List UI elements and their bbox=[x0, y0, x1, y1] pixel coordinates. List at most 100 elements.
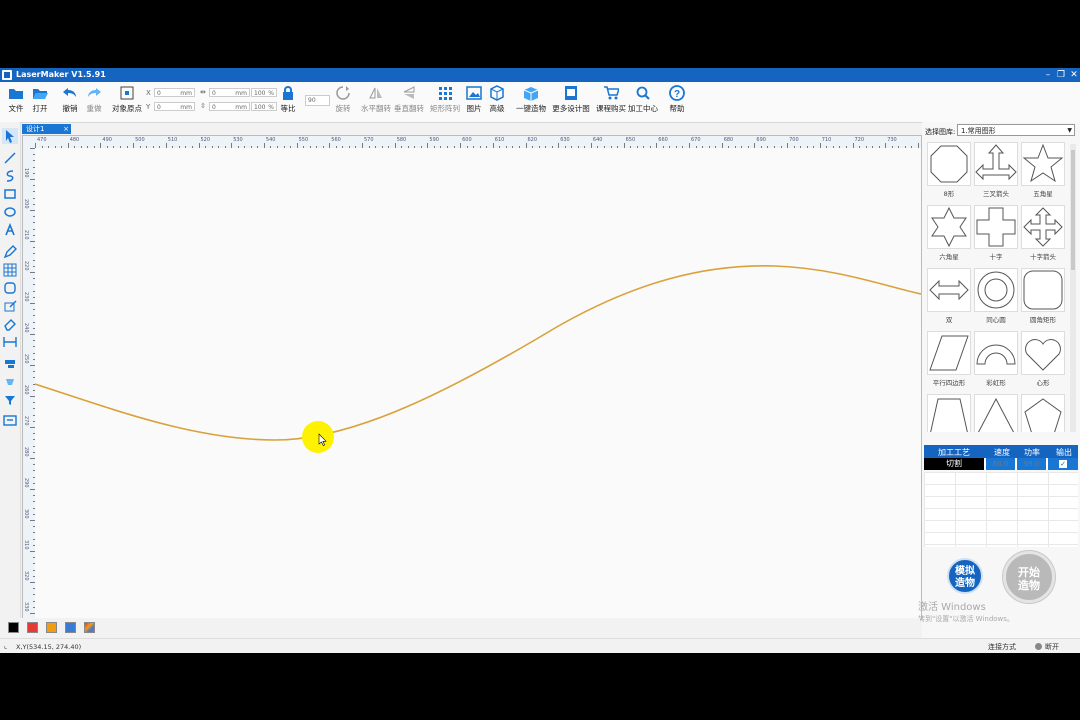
tab-close-icon[interactable]: × bbox=[63, 124, 69, 134]
origin-button[interactable]: 对象原点 bbox=[112, 85, 142, 119]
rounded-square-icon bbox=[4, 282, 16, 294]
edit-nodes-tool[interactable] bbox=[2, 298, 18, 314]
measure-tool[interactable] bbox=[2, 334, 18, 350]
process-power[interactable]: 99.0 bbox=[1017, 458, 1046, 470]
shape-item[interactable]: 五角星 bbox=[1020, 142, 1066, 204]
lock-label: 等比 bbox=[280, 104, 296, 113]
process-type[interactable]: 切割 bbox=[924, 458, 984, 470]
processing-center-button[interactable]: 加工中心 bbox=[628, 85, 658, 119]
shape-item[interactable]: 三叉箭头 bbox=[973, 142, 1019, 204]
height-percent-input[interactable]: 100% bbox=[251, 102, 277, 111]
rotate-icon bbox=[336, 86, 350, 100]
shape-item[interactable]: 彩虹形 bbox=[973, 331, 1019, 393]
ruler-top-label: 490 bbox=[102, 137, 112, 143]
align-tool[interactable] bbox=[2, 356, 18, 372]
file-button[interactable]: 文件 bbox=[6, 85, 26, 119]
ruler-left-label: 260 bbox=[23, 385, 29, 395]
eraser-tool[interactable] bbox=[2, 316, 18, 332]
grid-tool[interactable] bbox=[2, 262, 18, 278]
simulate-button[interactable]: 模拟造物 bbox=[947, 558, 983, 594]
wave-curve[interactable] bbox=[35, 265, 921, 441]
shape-item[interactable] bbox=[926, 394, 972, 432]
library-scroll-thumb[interactable] bbox=[1071, 150, 1075, 270]
library-scrollbar[interactable] bbox=[1070, 144, 1076, 432]
cursor-arrow-icon bbox=[6, 130, 14, 143]
shape-item[interactable] bbox=[973, 394, 1019, 432]
color-swatch[interactable] bbox=[8, 622, 19, 633]
width-percent-input[interactable]: 100% bbox=[251, 88, 277, 97]
start-button[interactable]: 开始造物 bbox=[1003, 551, 1055, 603]
shape-item[interactable]: 8形 bbox=[926, 142, 972, 204]
shape-item[interactable]: 十字 bbox=[973, 205, 1019, 267]
search-gear-icon bbox=[636, 86, 650, 100]
grid-array-icon bbox=[439, 87, 452, 100]
select-tool[interactable] bbox=[2, 128, 18, 144]
open-button[interactable]: 打开 bbox=[30, 85, 50, 119]
cube-icon bbox=[490, 85, 504, 101]
color-swatch[interactable] bbox=[27, 622, 38, 633]
ruler-left-label: 220 bbox=[23, 261, 29, 271]
undo-button[interactable]: 撤销 bbox=[60, 85, 80, 119]
curve-tool[interactable] bbox=[2, 168, 18, 184]
design-canvas[interactable]: 470 480 490 500 510 520 530 540 550 560 570 580 590 6… bbox=[22, 135, 922, 620]
lock-ratio-button[interactable]: 等比 bbox=[279, 85, 297, 119]
ruler-top-label: 570 bbox=[364, 137, 374, 143]
y-input[interactable]: 0 mm bbox=[154, 102, 195, 111]
height-input[interactable]: 0 mm bbox=[209, 102, 250, 111]
shape-item[interactable]: 心形 bbox=[1020, 331, 1066, 393]
shape-item[interactable]: 同心圆 bbox=[973, 268, 1019, 330]
redo-button[interactable]: 重做 bbox=[84, 85, 104, 119]
text-tool[interactable] bbox=[2, 222, 18, 238]
rectangle-tool[interactable] bbox=[2, 186, 18, 202]
color-swatch[interactable] bbox=[84, 622, 95, 633]
funnel-icon bbox=[5, 396, 15, 405]
x-input[interactable]: 0 mm bbox=[154, 88, 195, 97]
table-row[interactable]: 切割 60.0 99.0 ✓ bbox=[924, 458, 1078, 470]
drawing-svg bbox=[35, 265, 921, 453]
ruler-top-label: 690 bbox=[756, 137, 766, 143]
shape-item[interactable]: 六角星 bbox=[926, 205, 972, 267]
ruler-top-label: 540 bbox=[265, 137, 276, 143]
output-checkbox[interactable]: ✓ bbox=[1059, 460, 1067, 468]
vflip-button[interactable]: 垂直翻转 bbox=[394, 85, 424, 119]
minimize-icon[interactable]: – bbox=[1042, 69, 1054, 81]
array-button[interactable]: 矩形阵列 bbox=[430, 85, 460, 119]
one-key-make-button[interactable]: 一键造物 bbox=[515, 85, 547, 119]
open-label: 打开 bbox=[32, 104, 48, 113]
color-swatch[interactable] bbox=[65, 622, 76, 633]
hflip-button[interactable]: 水平翻转 bbox=[361, 85, 391, 119]
color-swatch[interactable] bbox=[46, 622, 57, 633]
more-designs-button[interactable]: 更多设计图 bbox=[552, 85, 590, 119]
image-button[interactable]: 图片 bbox=[465, 85, 483, 119]
angle-select[interactable]: 90 bbox=[305, 95, 330, 106]
width-input[interactable]: 0 mm bbox=[209, 88, 250, 97]
text-a-icon bbox=[5, 222, 15, 236]
ellipse-tool[interactable] bbox=[2, 204, 18, 220]
pen-tool[interactable] bbox=[2, 244, 18, 260]
shape-name: 心形 bbox=[1036, 379, 1050, 387]
course-purchase-button[interactable]: 课程购买 bbox=[596, 85, 626, 119]
shape-item[interactable]: 双 bbox=[926, 268, 972, 330]
shape-item[interactable]: 十字箭头 bbox=[1020, 205, 1066, 267]
shape-item[interactable]: 圆角矩形 bbox=[1020, 268, 1066, 330]
process-speed[interactable]: 60.0 bbox=[986, 458, 1015, 470]
help-button[interactable]: ? 帮助 bbox=[667, 85, 687, 119]
line-tool[interactable] bbox=[2, 150, 18, 166]
funnel-tool[interactable] bbox=[2, 392, 18, 408]
machine-tool[interactable] bbox=[2, 412, 18, 428]
undo-icon bbox=[63, 88, 76, 97]
library-select[interactable]: 1.常用图形 ▼ bbox=[957, 124, 1075, 136]
restore-icon[interactable]: ❐ bbox=[1055, 69, 1067, 81]
drawing-area[interactable] bbox=[35, 148, 921, 619]
shape-tool[interactable] bbox=[2, 280, 18, 296]
ellipse-icon bbox=[4, 207, 16, 217]
shape-item[interactable] bbox=[1020, 394, 1066, 432]
close-icon[interactable]: ✕ bbox=[1068, 69, 1080, 81]
tab-design-1[interactable]: 设计1 × bbox=[22, 124, 71, 134]
fill-tool[interactable] bbox=[2, 374, 18, 390]
connection-mode[interactable]: 连接方式 bbox=[988, 642, 1016, 652]
advanced-button[interactable]: 高级 bbox=[488, 85, 506, 119]
rotate-button[interactable]: 旋转 bbox=[333, 85, 353, 119]
shape-item[interactable]: 平行四边形 bbox=[926, 331, 972, 393]
process-output[interactable]: ✓ bbox=[1048, 458, 1078, 470]
